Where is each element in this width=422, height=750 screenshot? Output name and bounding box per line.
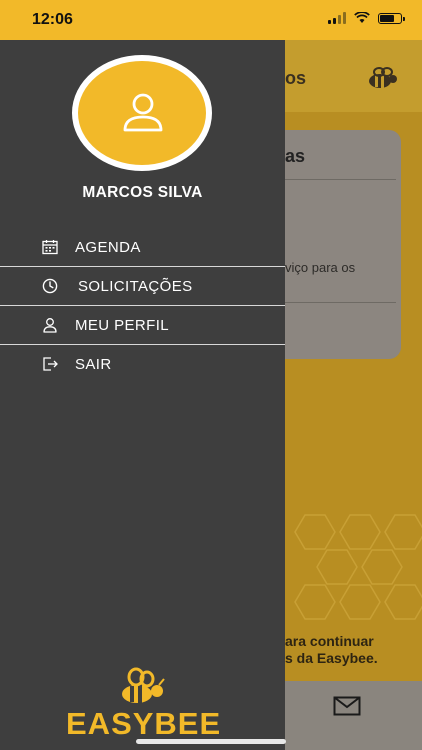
bee-logo-icon: [122, 667, 165, 703]
background-footer-line: s da Easybee.: [285, 650, 378, 666]
background-header-title: os: [285, 68, 307, 88]
bee-icon: [369, 67, 397, 88]
menu-item-label: AGENDA: [75, 238, 141, 256]
status-bar: 12:06: [0, 0, 422, 40]
logo-text: EASYBEE: [66, 706, 222, 741]
wifi-icon: [354, 12, 370, 23]
menu-item-meu-perfil[interactable]: MEU PERFIL: [0, 306, 285, 345]
menu-item-solicitacoes[interactable]: SOLICITAÇÕES: [0, 267, 285, 306]
avatar[interactable]: [72, 55, 212, 171]
home-indicator[interactable]: [136, 739, 286, 744]
user-icon: [43, 318, 57, 333]
divider: [285, 302, 396, 303]
easybee-logo: EASYBEE: [66, 664, 221, 744]
navigation-drawer: MARCOS SILVA AGENDA SOLICITAÇÕES MEU PER…: [0, 40, 285, 750]
background-footer-text: ara continuar s da Easybee.: [285, 633, 378, 667]
status-time: 12:06: [32, 11, 73, 28]
calendar-icon: [42, 240, 58, 255]
background-footer-line: ara continuar: [285, 633, 374, 649]
menu-item-label: SAIR: [75, 355, 112, 373]
user-avatar-icon: [123, 93, 163, 132]
signal-icon: [328, 12, 346, 24]
background-card-title: as: [285, 146, 306, 166]
logout-icon: [43, 357, 58, 371]
clock-icon: [42, 278, 58, 294]
menu-item-label: SOLICITAÇÕES: [78, 277, 193, 295]
user-name: MARCOS SILVA: [82, 184, 203, 201]
divider: [285, 179, 396, 180]
background-card-text: viço para os: [285, 260, 356, 275]
menu-item-sair[interactable]: SAIR: [0, 345, 285, 383]
status-icons: [328, 12, 405, 24]
battery-icon: [378, 12, 405, 24]
mail-icon: [333, 696, 361, 716]
menu-item-agenda[interactable]: AGENDA: [0, 228, 285, 267]
drawer-menu: AGENDA SOLICITAÇÕES MEU PERFIL SAIR: [0, 228, 285, 383]
menu-item-label: MEU PERFIL: [75, 316, 170, 334]
